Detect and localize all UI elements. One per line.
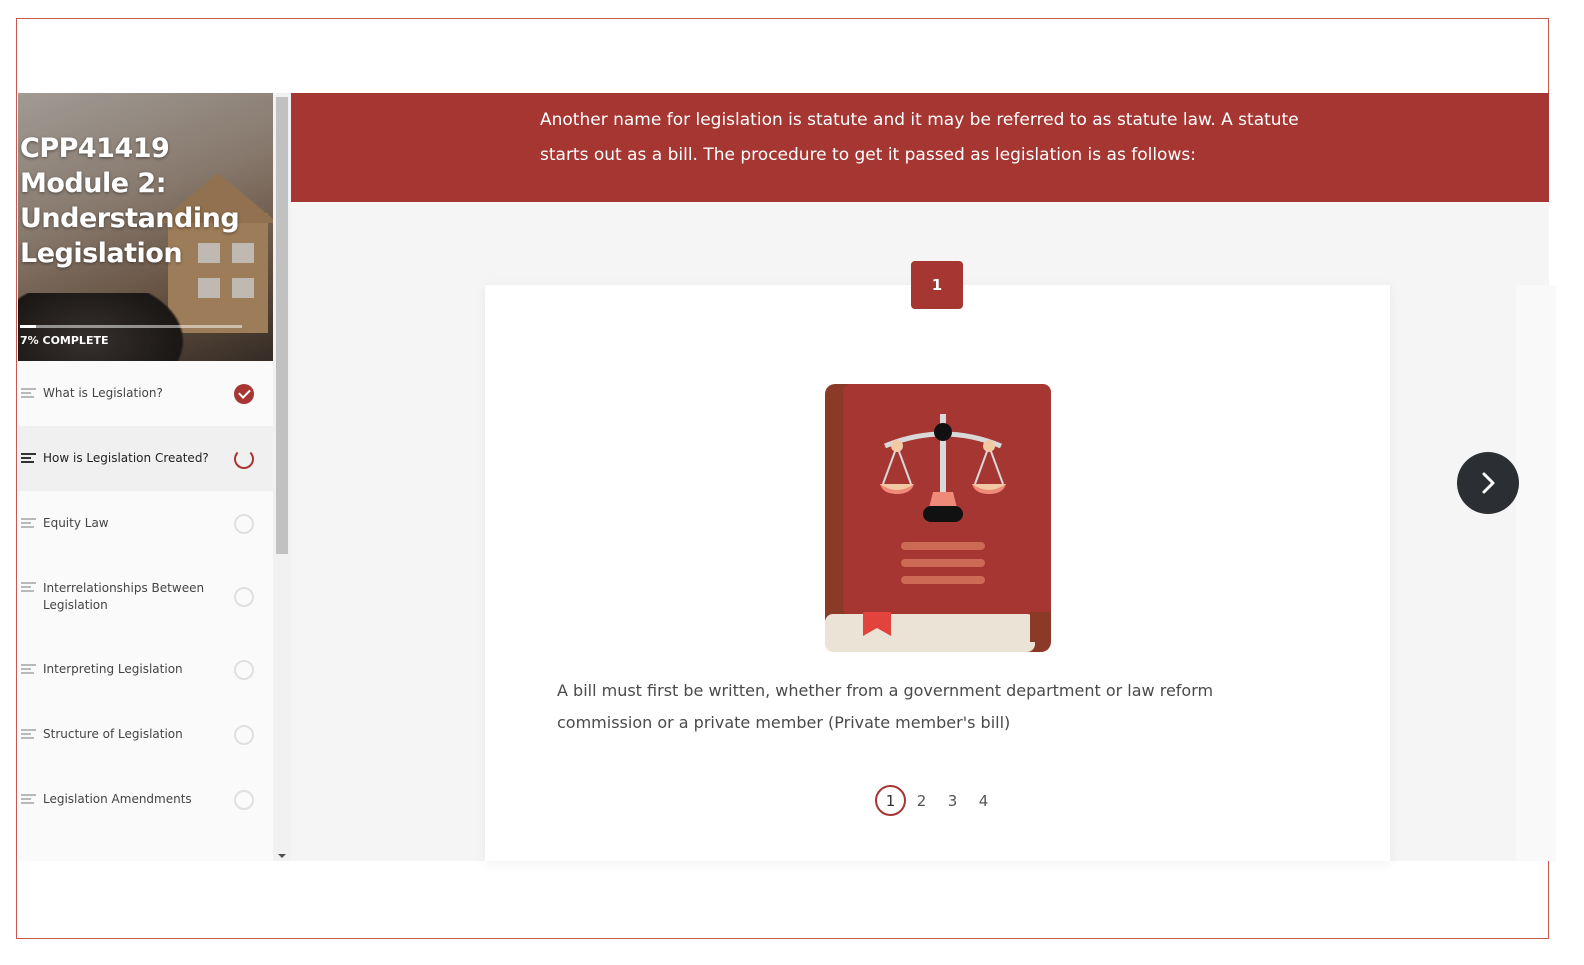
- lesson-label: How is Legislation Created?: [43, 451, 209, 465]
- pager-page-2[interactable]: 2: [906, 785, 937, 816]
- lesson-not-started-icon: [234, 586, 254, 607]
- lesson-item[interactable]: Legislation Amendments: [18, 767, 273, 832]
- next-card-peek: [1516, 285, 1556, 861]
- pager-page-4[interactable]: 4: [968, 785, 999, 816]
- lesson-menu-icon: [21, 794, 36, 805]
- lesson-item[interactable]: Interrelationships Between Legislation: [18, 556, 273, 637]
- chevron-right-icon: [1482, 472, 1495, 494]
- lesson-menu-icon: [21, 388, 36, 399]
- lesson-menu-icon: [21, 664, 36, 675]
- lesson-menu-icon: [21, 453, 36, 464]
- lesson-not-started-icon: [234, 513, 254, 534]
- course-progress-label: 7% COMPLETE: [20, 334, 109, 347]
- course-hero: CPP41419 Module 2: Understanding Legisla…: [18, 93, 273, 361]
- sidebar-scrollbar[interactable]: [273, 93, 291, 861]
- law-book-scales-icon: [825, 384, 1051, 652]
- pager-page-3[interactable]: 3: [937, 785, 968, 816]
- lesson-content: Another name for legislation is statute …: [291, 93, 1556, 861]
- lesson-label: Interrelationships Between Legislation: [43, 580, 205, 612]
- intro-banner-text: Another name for legislation is statute …: [540, 110, 1299, 165]
- lesson-item[interactable]: Equity Law: [18, 491, 273, 556]
- lesson-not-started-icon: [234, 659, 254, 680]
- lesson-label: Interpreting Legislation: [43, 662, 183, 676]
- lesson-item[interactable]: What is Legislation?: [18, 361, 273, 426]
- lesson-item[interactable]: Interpreting Legislation: [18, 637, 273, 702]
- lesson-menu-icon: [21, 729, 36, 740]
- course-title: CPP41419 Module 2: Understanding Legisla…: [20, 133, 240, 269]
- lesson-list: What is Legislation? How is Legislation …: [18, 361, 273, 832]
- lesson-not-started-icon: [234, 789, 254, 810]
- course-progress-bar: [20, 325, 242, 328]
- intro-banner: Another name for legislation is statute …: [291, 93, 1549, 202]
- pager-page-1[interactable]: 1: [875, 785, 906, 816]
- lesson-menu-icon: [21, 582, 36, 593]
- step-description: A bill must first be written, whether fr…: [557, 681, 1214, 732]
- step-number-badge: 1: [911, 261, 963, 309]
- lesson-complete-check-icon: [234, 383, 254, 404]
- lesson-in-progress-icon: [234, 448, 254, 469]
- next-step-button[interactable]: [1457, 452, 1519, 514]
- course-progress-fill: [20, 325, 36, 328]
- lesson-label: Equity Law: [43, 516, 109, 530]
- lesson-not-started-icon: [234, 724, 254, 745]
- process-step-card: A bill must first be written, whether fr…: [485, 285, 1390, 861]
- lesson-item[interactable]: Structure of Legislation: [18, 702, 273, 767]
- step-pager: 1 2 3 4: [875, 785, 999, 816]
- scroll-down-arrow-icon[interactable]: [278, 854, 286, 858]
- lesson-label: Legislation Amendments: [43, 792, 192, 806]
- course-sidebar: CPP41419 Module 2: Understanding Legisla…: [18, 93, 291, 861]
- lesson-label: Structure of Legislation: [43, 727, 183, 741]
- lesson-label: What is Legislation?: [43, 386, 163, 400]
- sidebar-scroll-thumb[interactable]: [276, 97, 288, 554]
- lesson-menu-icon: [21, 518, 36, 529]
- lesson-item-active[interactable]: How is Legislation Created?: [18, 426, 273, 491]
